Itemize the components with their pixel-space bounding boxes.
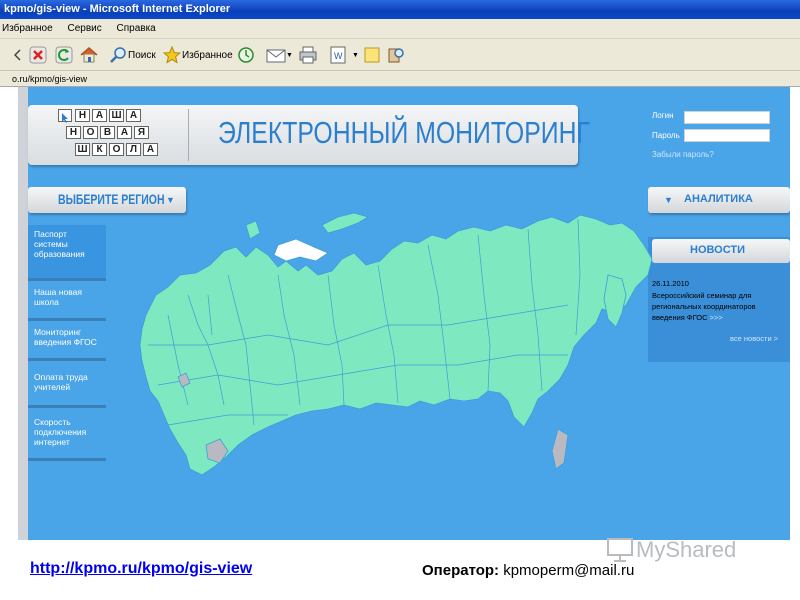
analytics-label: АНАЛИТИКА bbox=[684, 193, 753, 205]
screen: kpmo/gis-view - Microsoft Internet Explo… bbox=[0, 0, 800, 600]
logo-letter: Н bbox=[75, 109, 90, 122]
news-item[interactable]: Всероссийский семинар для региональных к… bbox=[652, 290, 788, 323]
refresh-button[interactable] bbox=[54, 43, 74, 67]
map-region-sakhalin[interactable] bbox=[551, 428, 569, 470]
map-novaya-zemlya[interactable] bbox=[321, 212, 369, 234]
favorites-button[interactable]: Избранное bbox=[162, 43, 233, 67]
logo-row-1: Н А Ш А bbox=[75, 109, 143, 122]
note-icon bbox=[362, 45, 382, 65]
presentation-icon bbox=[607, 538, 633, 562]
svg-text:W: W bbox=[334, 51, 343, 61]
cursor-icon bbox=[58, 109, 72, 123]
address-bar[interactable]: o.ru/kpmo/gis-view bbox=[0, 71, 800, 87]
stop-button[interactable] bbox=[28, 43, 48, 67]
password-label: Пароль bbox=[652, 131, 680, 140]
star-icon bbox=[162, 45, 182, 65]
password-input[interactable] bbox=[684, 129, 770, 142]
login-panel: Логин Пароль Забыли пароль? bbox=[648, 105, 790, 165]
operator-label: Оператор: bbox=[422, 562, 500, 579]
russia-map[interactable] bbox=[128, 195, 658, 495]
logo-letter: Н bbox=[66, 126, 81, 139]
menu-item-fgos-monitoring[interactable]: Мониторинг введения ФГОС bbox=[28, 323, 106, 361]
logo-letter: А bbox=[117, 126, 132, 139]
refresh-icon bbox=[54, 45, 74, 65]
toolbar: Поиск Избранное ▼ W ▼ bbox=[0, 39, 800, 71]
menu-item-internet-speed[interactable]: Скорость подключения интернет bbox=[28, 413, 106, 461]
print-button[interactable] bbox=[298, 43, 318, 67]
search-label: Поиск bbox=[128, 49, 156, 61]
menu-help[interactable]: Справка bbox=[117, 19, 156, 39]
stop-icon bbox=[28, 45, 48, 65]
logo-letter: О bbox=[83, 126, 98, 139]
login-input[interactable] bbox=[684, 111, 770, 124]
logo-letter: О bbox=[109, 143, 124, 156]
logo-letter: Ш bbox=[109, 109, 124, 122]
analytics-button[interactable]: ▼ АНАЛИТИКА bbox=[648, 187, 790, 213]
favorites-label: Избранное bbox=[182, 49, 233, 61]
logo-letter: Я bbox=[134, 126, 149, 139]
chevron-down-icon: ▼ bbox=[664, 195, 673, 205]
word-icon: W bbox=[328, 45, 348, 65]
all-news-link[interactable]: все новости > bbox=[730, 334, 778, 343]
chevron-down-icon: ▼ bbox=[352, 51, 359, 59]
edit-button[interactable]: W ▼ bbox=[328, 43, 359, 67]
logo-row-3: Ш К О Л А bbox=[75, 143, 160, 156]
menu-favorites[interactable]: Избранное bbox=[2, 19, 53, 39]
watermark-text: MyShared bbox=[636, 537, 737, 562]
map-island-small[interactable] bbox=[245, 220, 261, 240]
menu-item-teacher-pay[interactable]: Оплата труда учителей bbox=[28, 368, 106, 408]
site-header: Н А Ш А Н О В А Я Ш К О Л А ЭЛЕКТРОННЫЙ … bbox=[28, 105, 590, 165]
history-icon bbox=[236, 45, 256, 65]
search-icon bbox=[108, 45, 128, 65]
chevron-down-icon: ▼ bbox=[286, 51, 293, 59]
page-left-strip bbox=[18, 87, 28, 540]
web-page: Н А Ш А Н О В А Я Ш К О Л А ЭЛЕКТРОННЫЙ … bbox=[18, 87, 790, 540]
logo-letter: А bbox=[92, 109, 107, 122]
footer-url-link[interactable]: http://kpmo.ru/kpmo/gis-view bbox=[30, 560, 252, 578]
logo-letter: Ш bbox=[75, 143, 90, 156]
map-arctic-island[interactable] bbox=[273, 238, 329, 262]
menu-tools[interactable]: Сервис bbox=[67, 19, 101, 39]
notes-button[interactable] bbox=[362, 43, 382, 67]
map-kamchatka[interactable] bbox=[603, 274, 627, 328]
page-title: ЭЛЕКТРОННЫЙ МОНИТОРИНГ bbox=[218, 115, 590, 150]
menu-bar: Избранное Сервис Справка bbox=[0, 19, 800, 39]
login-label: Логин bbox=[652, 111, 674, 120]
logo-letter: А bbox=[126, 109, 141, 122]
back-icon[interactable] bbox=[8, 43, 28, 67]
menu-item-education-passport[interactable]: Паспорт системы образования bbox=[28, 225, 106, 281]
news-header: НОВОСТИ bbox=[652, 239, 790, 263]
search-button[interactable]: Поиск bbox=[108, 43, 156, 67]
window-title: kpmo/gis-view - Microsoft Internet Explo… bbox=[0, 0, 800, 19]
menu-item-new-school[interactable]: Наша новая школа bbox=[28, 283, 106, 321]
header-divider bbox=[188, 109, 189, 161]
footer-operator: Оператор: kpmoperm@mail.ru bbox=[422, 562, 634, 579]
home-icon bbox=[79, 45, 99, 65]
mail-button[interactable]: ▼ bbox=[266, 43, 293, 67]
watermark-logo: MyShared bbox=[606, 537, 736, 563]
news-item-text: Всероссийский семинар для региональных к… bbox=[652, 291, 756, 322]
research-button[interactable] bbox=[386, 43, 406, 67]
map-main-territory[interactable] bbox=[139, 214, 653, 476]
logo-letter: Л bbox=[126, 143, 141, 156]
news-header-label: НОВОСТИ bbox=[690, 244, 746, 256]
mail-icon bbox=[266, 45, 286, 65]
map-regions[interactable] bbox=[139, 212, 653, 476]
logo-letter: В bbox=[100, 126, 115, 139]
research-icon bbox=[386, 45, 406, 65]
news-more-link[interactable]: >>> bbox=[710, 313, 723, 322]
print-icon bbox=[298, 45, 318, 65]
forgot-password-link[interactable]: Забыли пароль? bbox=[652, 150, 714, 159]
news-panel: НОВОСТИ 26.11.2010 Всероссийский семинар… bbox=[648, 237, 790, 362]
home-button[interactable] bbox=[79, 43, 99, 67]
operator-email: kpmoperm@mail.ru bbox=[503, 562, 635, 579]
logo-letter: К bbox=[92, 143, 107, 156]
logo-row-2: Н О В А Я bbox=[66, 126, 151, 139]
history-button[interactable] bbox=[236, 43, 256, 67]
logo-letter: А bbox=[143, 143, 158, 156]
